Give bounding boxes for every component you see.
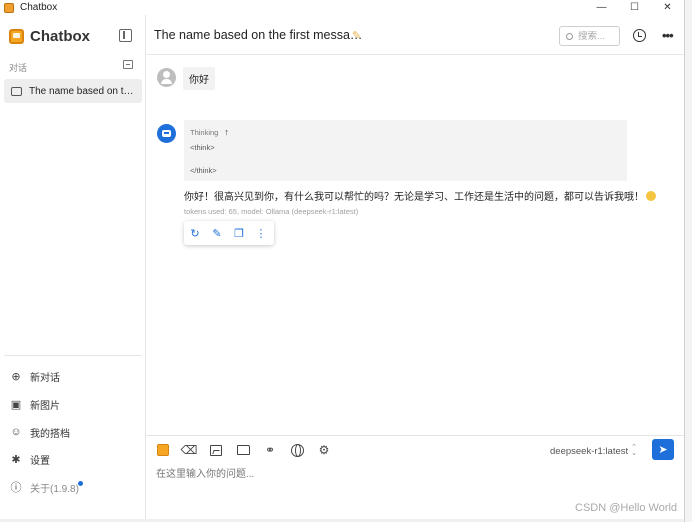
pencil-icon[interactable]: ✎ xyxy=(352,29,361,42)
copilot-tool-button[interactable] xyxy=(155,442,171,458)
background-window-strip xyxy=(684,0,692,522)
link-icon[interactable]: ⚭ xyxy=(262,442,278,458)
about-button[interactable]: ⓘ 关于(1.9.8) xyxy=(0,476,146,498)
about-label: 关于(1.9.8) xyxy=(30,483,79,495)
gear-icon: ✱ xyxy=(11,453,21,466)
collapse-sidebar-icon[interactable] xyxy=(119,29,132,42)
my-copilots-button[interactable]: ☺ 我的搭档 xyxy=(0,421,146,443)
assistant-message-text: 你好！很高兴见到你，有什么我可以帮忙的吗？无论是学习、工作还是生活中的问题，都可… xyxy=(184,188,656,203)
message-actions: ↻ ✎ ❐ ⋮ xyxy=(184,221,274,245)
search-input[interactable] xyxy=(578,30,616,42)
image-add-icon: ▣ xyxy=(10,398,22,411)
thinking-header[interactable]: Thinking ↑ xyxy=(190,127,229,137)
new-chat-button[interactable]: ⊕ 新对话 xyxy=(0,365,146,387)
close-button[interactable]: ✕ xyxy=(651,0,684,15)
settings-button[interactable]: ✱ 设置 xyxy=(0,448,146,470)
thinking-label: Thinking xyxy=(190,127,219,137)
eraser-icon[interactable]: ⌫ xyxy=(181,442,198,458)
brand-name: Chatbox xyxy=(30,28,90,45)
main-panel: The name based on the first messa… ✎ •••… xyxy=(146,15,684,520)
chevron-updown-icon: ⌃ ⌄ xyxy=(631,444,638,457)
history-icon[interactable] xyxy=(633,29,646,42)
watermark: CSDN @Hello World xyxy=(575,502,678,514)
search-box[interactable] xyxy=(559,26,620,46)
app-icon xyxy=(4,2,14,13)
conversation-label: The name based on the first message xyxy=(29,85,139,97)
brand: Chatbox xyxy=(9,28,90,45)
globe-icon xyxy=(290,443,304,457)
add-circle-icon: ⊕ xyxy=(11,370,21,383)
copy-icon[interactable]: ❐ xyxy=(228,221,250,245)
window-titlebar: Chatbox — ☐ ✕ xyxy=(0,0,684,15)
message-input[interactable] xyxy=(156,464,656,484)
chat-bubble-icon xyxy=(11,86,22,96)
info-icon: ⓘ xyxy=(10,482,22,494)
web-browsing-button[interactable] xyxy=(289,442,305,458)
window-title: Chatbox xyxy=(20,2,58,13)
new-chat-label: 新对话 xyxy=(30,372,60,384)
think-open-tag: <think> xyxy=(190,143,215,152)
collapse-arrow-icon[interactable]: ↑ xyxy=(224,127,229,137)
folder-icon xyxy=(236,445,250,455)
edit-icon[interactable]: ✎ xyxy=(206,221,228,245)
conversation-title: The name based on the first messa… xyxy=(154,28,363,42)
token-usage: tokens used: 65, model: Ollama (deepseek… xyxy=(184,207,359,216)
window-controls: — ☐ ✕ xyxy=(585,0,684,15)
folder-button[interactable] xyxy=(235,442,251,458)
new-image-label: 新图片 xyxy=(30,400,60,412)
archive-icon[interactable] xyxy=(123,60,133,69)
conversations-section-label: 对话 xyxy=(9,63,28,73)
user-avatar xyxy=(157,68,176,87)
settings-label: 设置 xyxy=(30,455,50,467)
new-image-button[interactable]: ▣ 新图片 xyxy=(0,393,146,415)
think-close-tag: </think> xyxy=(190,166,217,175)
assistant-reply: 你好！很高兴见到你，有什么我可以帮忙的吗？无论是学习、工作还是生活中的问题，都可… xyxy=(184,192,644,203)
image-upload-button[interactable] xyxy=(208,442,224,458)
chatbox-logo-icon xyxy=(9,29,24,44)
assistant-avatar xyxy=(157,124,176,143)
sidebar: Chatbox 对话 The name based on the first m… xyxy=(0,15,146,520)
more-options-icon[interactable]: ••• xyxy=(662,28,674,43)
thinking-block: Thinking ↑ <think> </think> xyxy=(184,120,627,181)
my-copilots-label: 我的搭档 xyxy=(30,428,70,440)
more-vertical-icon[interactable]: ⋮ xyxy=(250,221,272,245)
sidebar-divider xyxy=(4,355,142,356)
user-message-bubble: 你好 xyxy=(183,67,215,90)
model-name: deepseek-r1:latest xyxy=(550,445,629,457)
maximize-button[interactable]: ☐ xyxy=(618,0,651,15)
smile-emoji-icon xyxy=(646,191,656,201)
conversation-item[interactable]: The name based on the first message xyxy=(4,79,142,103)
update-badge xyxy=(78,481,83,486)
robot-icon: ☺ xyxy=(10,426,22,438)
minimize-button[interactable]: — xyxy=(585,0,618,15)
send-icon: ➤ xyxy=(658,444,668,456)
image-icon xyxy=(210,444,222,456)
model-selector[interactable]: deepseek-r1:latest ⌃ ⌄ xyxy=(550,444,638,457)
chatbox-logo-icon xyxy=(157,444,169,456)
search-icon xyxy=(566,32,573,40)
regenerate-icon[interactable]: ↻ xyxy=(184,221,206,245)
chat-header: The name based on the first messa… ✎ ••• xyxy=(146,15,684,55)
send-button[interactable]: ➤ xyxy=(652,439,674,460)
settings-sliders-icon[interactable]: ⚙ xyxy=(316,442,332,458)
